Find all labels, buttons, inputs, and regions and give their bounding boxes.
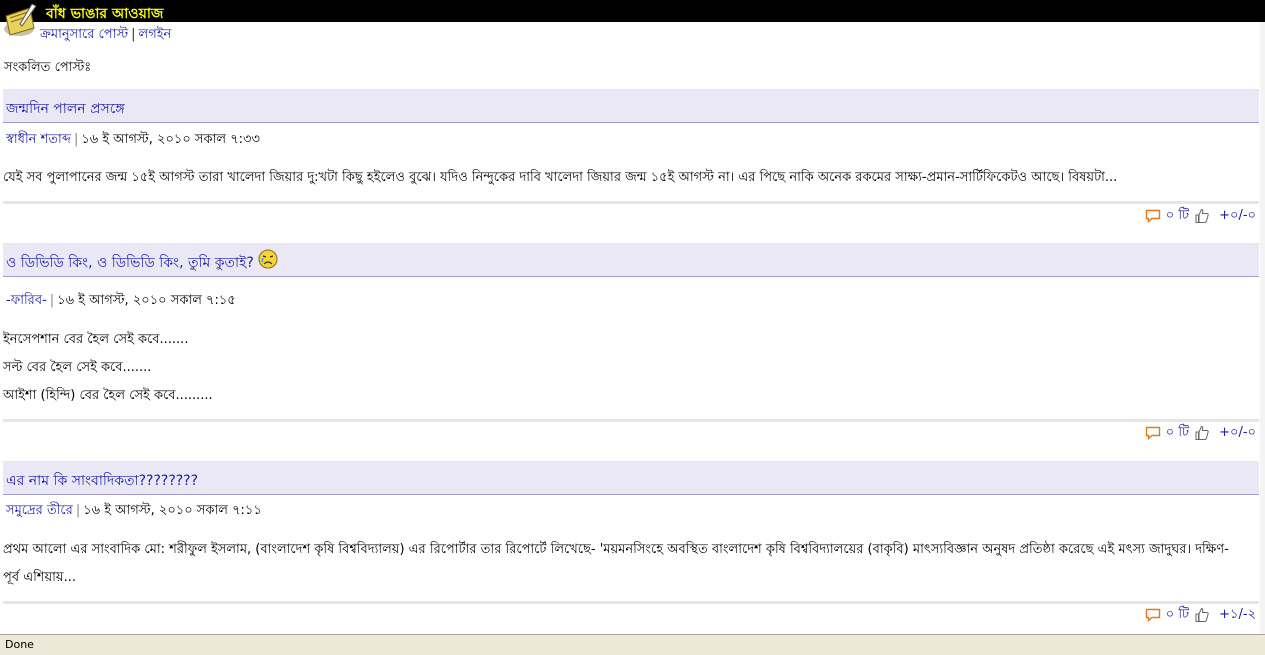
speech-bubble-icon[interactable] [1145,608,1161,622]
author-link[interactable]: স্বাধীন শতাব্দ [6,132,71,147]
site-title[interactable]: বাঁধ ভাঙার আওয়াজ [46,2,163,26]
crying-face-icon [258,249,278,269]
post-title-bar: ও ডিভিডি কিং, ও ডিভিডি কিং, তুমি কুতাই? [3,243,1259,277]
comment-count[interactable]: ০ টি [1166,423,1189,444]
post-stats: ০ টি +০/-০ [1145,207,1256,225]
post-excerpt-line: আইশা (হিন্দি) বের হৈল সেই কবে......... [3,388,213,403]
vote-count: +১/-২ [1219,606,1256,622]
post-divider [3,419,1259,422]
comment-count[interactable]: ০ টি [1166,605,1189,626]
nav-links: ক্রমানুসারে পোস্ট | লগইন [40,25,171,46]
speech-bubble-icon[interactable] [1145,209,1161,223]
post-divider [3,601,1259,604]
section-heading: সংকলিত পোস্টঃ [4,60,92,75]
author-link[interactable]: -ফারিব- [6,293,47,308]
chronological-posts-link[interactable]: ক্রমানুসারে পোস্ট [40,27,128,42]
post-excerpt-line: সল্ট বের হৈল সেই কবে....... [3,360,152,375]
thumb-icon[interactable] [1194,607,1210,623]
right-scroll-edge [1260,22,1265,634]
post-excerpt-line: ইনসেপশান বের হৈল সেই কবে....... [3,332,189,347]
quill-book-icon[interactable] [2,2,40,38]
post-excerpt-line: পূর্ব এশিয়ায়... [3,570,76,585]
post-stats: ০ টি +১/-২ [1145,606,1256,624]
post-title-bar: জন্মদিন পালন প্রসঙ্গে [3,89,1259,123]
post-excerpt: যেই সব পুলাপানের জন্ম ১৫ই আগস্ট তারা খাল… [3,170,1118,185]
post-meta: স্বাধীন শতাব্দ | ১৬ ই আগস্ট, ২০১০ সকাল ৭:৩… [6,132,260,147]
post-date: ১৬ ই আগস্ট, ২০১০ সকাল ৭:১৫ [57,293,236,308]
author-link[interactable]: সমুদ্রের তীরে [6,503,73,518]
post-divider [3,201,1259,204]
post-date: ১৬ ই আগস্ট, ২০১০ সকাল ৭:১১ [83,503,262,518]
post-stats: ০ টি +০/-০ [1145,424,1256,442]
post-title-link[interactable]: জন্মদিন পালন প্রসঙ্গে [6,97,125,121]
post-title-link[interactable]: এর নাম কি সাংবাদিকতা???????? [6,469,198,493]
vote-count: +০/-০ [1219,424,1256,440]
post-meta: -ফারিব- | ১৬ ই আগস্ট, ২০১০ সকাল ৭:১৫ [6,293,236,308]
nav-separator: | [131,27,136,42]
vote-count: +০/-০ [1219,207,1256,223]
post-title-link[interactable]: ও ডিভিডি কিং, ও ডিভিডি কিং, তুমি কুতাই? [6,251,254,275]
comment-count[interactable]: ০ টি [1166,206,1189,227]
thumb-icon[interactable] [1194,425,1210,441]
post-meta: সমুদ্রের তীরে | ১৬ ই আগস্ট, ২০১০ সকাল ৭:১১ [6,503,262,518]
post-excerpt-line: প্রথম আলো এর সাংবাদিক মো: শরীফুল ইসলাম, … [3,542,1229,557]
post-date: ১৬ ই আগস্ট, ২০১০ সকাল ৭:৩৩ [81,132,260,147]
post-title-bar: এর নাম কি সাংবাদিকতা???????? [3,461,1259,495]
thumb-icon[interactable] [1194,208,1210,224]
status-bar: Done [0,634,1265,655]
status-text: Done [5,638,34,651]
speech-bubble-icon[interactable] [1145,426,1161,440]
login-link[interactable]: লগইন [139,27,172,42]
top-bar [0,0,1265,22]
